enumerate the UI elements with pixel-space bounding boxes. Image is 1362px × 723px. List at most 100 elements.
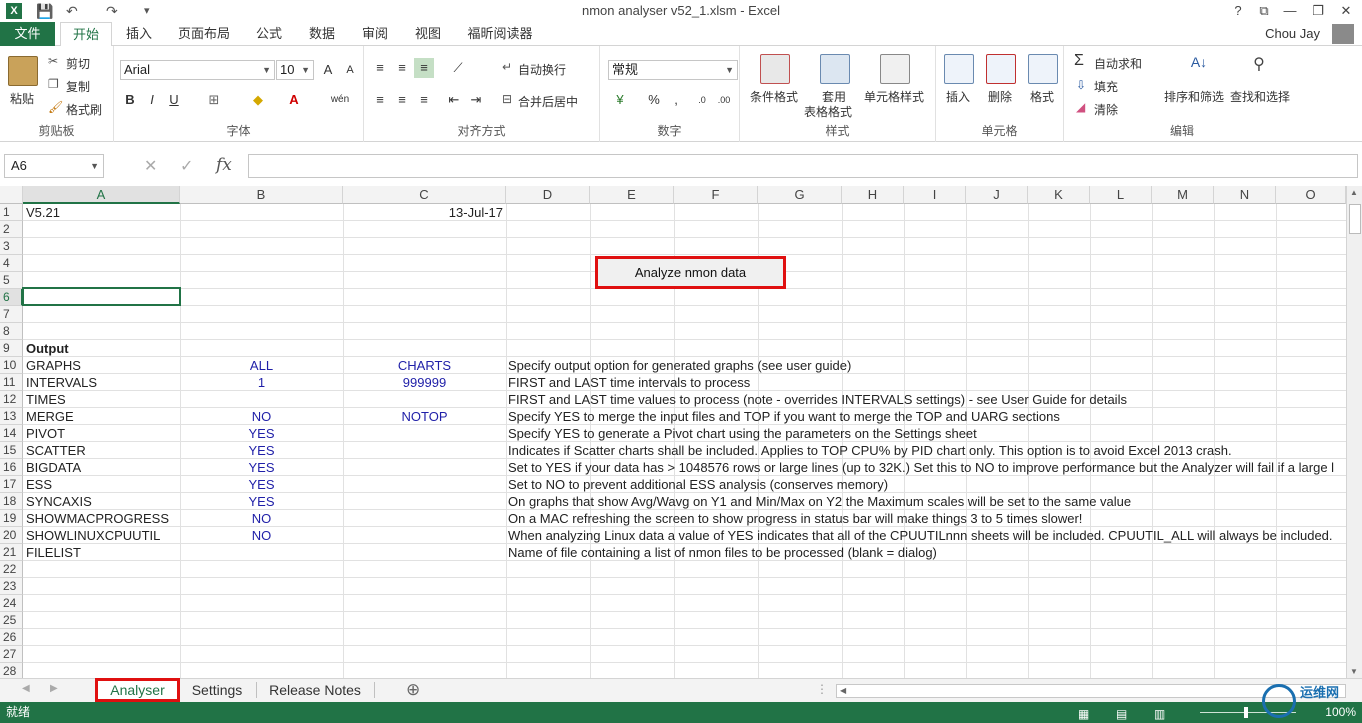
normal-view-icon[interactable]: ▦ <box>1078 704 1089 723</box>
vertical-scrollbar[interactable]: ▲ ▼ <box>1346 186 1362 678</box>
insert-function-icon[interactable]: fx <box>216 155 232 175</box>
format-painter-button[interactable]: 格式刷 <box>66 101 102 118</box>
cell-c10[interactable]: CHARTS <box>343 357 506 374</box>
cell-a20[interactable]: SHOWLINUXCPUUTIL <box>26 527 160 544</box>
cell-b19[interactable]: NO <box>180 510 343 527</box>
add-sheet-icon[interactable]: ⊕ <box>406 680 420 700</box>
row-header[interactable]: 2 <box>0 221 23 238</box>
row-header[interactable]: 18 <box>0 493 23 510</box>
cell-a14[interactable]: PIVOT <box>26 425 65 442</box>
align-center-icon[interactable]: ≡ <box>392 90 412 110</box>
row-header[interactable]: 17 <box>0 476 23 493</box>
insert-cells-button[interactable]: 插入 <box>946 88 970 105</box>
decrease-decimal-icon[interactable]: .00 <box>714 90 734 110</box>
cell-a21[interactable]: FILELIST <box>26 544 81 561</box>
cell-a11[interactable]: INTERVALS <box>26 374 97 391</box>
cell-b17[interactable]: YES <box>180 476 343 493</box>
tab-page-layout[interactable]: 页面布局 <box>172 22 236 46</box>
row-header[interactable]: 9 <box>0 340 23 357</box>
scroll-up-icon[interactable]: ▲ <box>1350 188 1358 197</box>
row-header[interactable]: 24 <box>0 595 23 612</box>
column-header-l[interactable]: L <box>1090 186 1152 204</box>
column-header-j[interactable]: J <box>966 186 1028 204</box>
row-header[interactable]: 15 <box>0 442 23 459</box>
active-cell-a6[interactable] <box>22 287 181 306</box>
cell-b15[interactable]: YES <box>180 442 343 459</box>
sheet-tab-settings[interactable]: Settings <box>182 679 252 701</box>
cell-a19[interactable]: SHOWMACPROGRESS <box>26 510 169 527</box>
sort-filter-button[interactable]: 排序和筛选 <box>1164 88 1224 105</box>
conditional-format-button[interactable]: 条件格式 <box>750 88 798 105</box>
cell-d13[interactable]: Specify YES to merge the input files and… <box>508 408 1060 425</box>
scroll-down-icon[interactable]: ▼ <box>1350 667 1358 676</box>
row-header[interactable]: 5 <box>0 272 23 289</box>
cell-a18[interactable]: SYNCAXIS <box>26 493 92 510</box>
phonetic-button[interactable]: wén <box>326 90 354 110</box>
align-middle-icon[interactable]: ≡ <box>392 58 412 78</box>
delete-cells-icon[interactable] <box>986 54 1016 84</box>
increase-indent-icon[interactable]: ⇥ <box>466 90 486 110</box>
cell-b14[interactable]: YES <box>180 425 343 442</box>
column-header-f[interactable]: F <box>674 186 758 204</box>
tab-data[interactable]: 数据 <box>301 22 343 46</box>
close-button[interactable]: ✕ <box>1334 2 1358 20</box>
row-header[interactable]: 23 <box>0 578 23 595</box>
cut-button[interactable]: 剪切 <box>66 55 90 72</box>
underline-button[interactable]: U <box>164 90 184 110</box>
sheet-tab-release-notes[interactable]: Release Notes <box>262 679 368 701</box>
column-header-g[interactable]: G <box>758 186 842 204</box>
font-size-combo[interactable]: 10 ▼ <box>276 60 314 80</box>
row-header[interactable]: 25 <box>0 612 23 629</box>
font-color-icon[interactable]: A <box>284 90 304 110</box>
row-header[interactable]: 10 <box>0 357 23 374</box>
column-header-m[interactable]: M <box>1152 186 1214 204</box>
column-header-a[interactable]: A <box>23 186 180 204</box>
cell-styles-icon[interactable] <box>880 54 910 84</box>
cell-c11[interactable]: 999999 <box>343 374 506 391</box>
percent-button[interactable]: % <box>644 90 664 110</box>
number-format-combo[interactable]: 常规 ▼ <box>608 60 738 80</box>
bold-button[interactable]: B <box>120 90 140 110</box>
cell-b20[interactable]: NO <box>180 527 343 544</box>
paste-icon[interactable] <box>8 56 38 86</box>
format-cells-icon[interactable] <box>1028 54 1058 84</box>
cell-a13[interactable]: MERGE <box>26 408 74 425</box>
row-header[interactable]: 7 <box>0 306 23 323</box>
comma-button[interactable]: , <box>666 90 686 110</box>
tab-view[interactable]: 视图 <box>407 22 449 46</box>
prev-sheet-icon[interactable]: ◀ <box>22 683 30 694</box>
align-left-icon[interactable]: ≡ <box>370 90 390 110</box>
conditional-format-icon[interactable] <box>760 54 790 84</box>
row-header[interactable]: 4 <box>0 255 23 272</box>
name-box[interactable]: A6 ▼ <box>4 154 104 178</box>
orientation-icon[interactable]: ⟋ <box>448 58 468 78</box>
tab-formulas[interactable]: 公式 <box>248 22 290 46</box>
row-header[interactable]: 13 <box>0 408 23 425</box>
row-header[interactable]: 21 <box>0 544 23 561</box>
currency-icon[interactable]: ¥ <box>610 90 630 110</box>
decrease-indent-icon[interactable]: ⇤ <box>444 90 464 110</box>
column-header-d[interactable]: D <box>506 186 590 204</box>
cell-a17[interactable]: ESS <box>26 476 52 493</box>
clear-button[interactable]: 清除 <box>1094 101 1118 118</box>
enter-icon[interactable]: ✓ <box>180 156 193 176</box>
grow-font-button[interactable]: A <box>318 60 338 80</box>
format-table-button-line2[interactable]: 表格格式 <box>804 103 852 120</box>
copy-button[interactable]: 复制 <box>66 78 90 95</box>
cell-d19[interactable]: On a MAC refreshing the screen to show p… <box>508 510 1082 527</box>
cell-d14[interactable]: Specify YES to generate a Pivot chart us… <box>508 425 977 442</box>
cell-a10[interactable]: GRAPHS <box>26 357 81 374</box>
analyze-nmon-data-button[interactable]: Analyze nmon data <box>595 256 786 289</box>
shrink-font-button[interactable]: A <box>340 60 360 80</box>
cell-b16[interactable]: YES <box>180 459 343 476</box>
cell-a15[interactable]: SCATTER <box>26 442 86 459</box>
select-all-corner[interactable] <box>0 186 23 204</box>
minimize-button[interactable]: — <box>1278 2 1302 20</box>
border-icon[interactable]: ⊞ <box>204 90 224 110</box>
scroll-left-icon[interactable]: ◀ <box>840 686 846 695</box>
paste-button[interactable]: 粘贴 <box>10 90 34 107</box>
formula-input[interactable] <box>248 154 1358 178</box>
column-header-k[interactable]: K <box>1028 186 1090 204</box>
cell-b13[interactable]: NO <box>180 408 343 425</box>
column-header-o[interactable]: O <box>1276 186 1346 204</box>
